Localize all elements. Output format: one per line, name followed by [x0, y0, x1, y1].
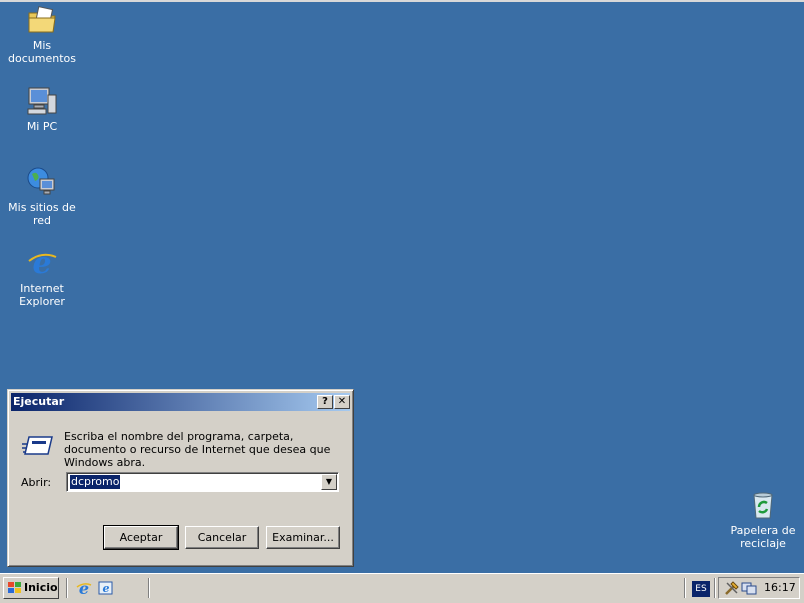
open-input[interactable]: dcpromo [70, 475, 121, 489]
network-connection-icon[interactable] [741, 580, 757, 596]
system-tray: 16:17 [718, 577, 800, 599]
taskbar-separator [66, 578, 68, 598]
open-label: Abrir: [21, 476, 52, 489]
desktop-icon-label: Internet Explorer [19, 282, 65, 308]
clock[interactable]: 16:17 [764, 581, 796, 594]
computer-icon [27, 87, 57, 115]
taskbar-separator [148, 578, 150, 598]
windows-logo-icon [8, 582, 21, 593]
close-button[interactable]: ✕ [334, 395, 350, 409]
browse-button[interactable]: Examinar... [266, 526, 340, 549]
internet-explorer-icon: e [28, 247, 57, 279]
start-button[interactable]: Inicio [3, 577, 59, 599]
svg-text:e: e [79, 580, 89, 596]
desktop-icon-recycle-bin[interactable]: Papelera de reciclaje [724, 489, 802, 550]
dialog-titlebar[interactable]: Ejecutar ? ✕ [11, 393, 350, 411]
desktop-icon-label: Mis sitios de red [8, 201, 76, 227]
open-combobox[interactable]: dcpromo ▼ [66, 472, 339, 492]
ok-button[interactable]: Aceptar [103, 525, 179, 550]
folder-documents-icon [28, 6, 56, 33]
taskbar: Inicio e e ES 16:17 [0, 573, 804, 603]
taskbar-separator [684, 578, 686, 598]
desktop-icon-label: Mi PC [26, 120, 58, 133]
svg-text:e: e [32, 247, 51, 279]
recycle-bin-icon [753, 492, 773, 519]
internet-explorer-quicklaunch-icon[interactable]: e [76, 580, 92, 596]
svg-text:e: e [103, 582, 110, 595]
run-dialog: Ejecutar ? ✕ Escriba el nombre del progr… [7, 389, 354, 567]
desktop-icon-network-places[interactable]: Mis sitios de red [2, 166, 82, 227]
desktop-icon-my-documents[interactable]: Mis documentos [2, 4, 82, 65]
run-icon [22, 436, 53, 455]
network-globe-icon [27, 167, 55, 195]
desktop-icon-label: Mis documentos [8, 39, 76, 65]
top-edge-line [0, 0, 804, 2]
start-label: Inicio [24, 581, 58, 594]
taskbar-separator [714, 578, 716, 598]
dialog-title: Ejecutar [13, 395, 65, 408]
dialog-description: Escriba el nombre del programa, carpeta,… [64, 430, 331, 469]
desktop-icon-internet-explorer[interactable]: e Internet Explorer [2, 247, 82, 308]
show-desktop-icon[interactable]: e [98, 580, 114, 596]
help-button[interactable]: ? [317, 395, 333, 409]
language-indicator[interactable]: ES [692, 581, 710, 597]
chevron-down-icon[interactable]: ▼ [321, 474, 337, 490]
cancel-button[interactable]: Cancelar [185, 526, 259, 549]
tools-icon[interactable] [724, 580, 740, 596]
desktop-icon-label: Papelera de reciclaje [730, 524, 796, 550]
desktop-icon-my-computer[interactable]: Mi PC [2, 85, 82, 133]
